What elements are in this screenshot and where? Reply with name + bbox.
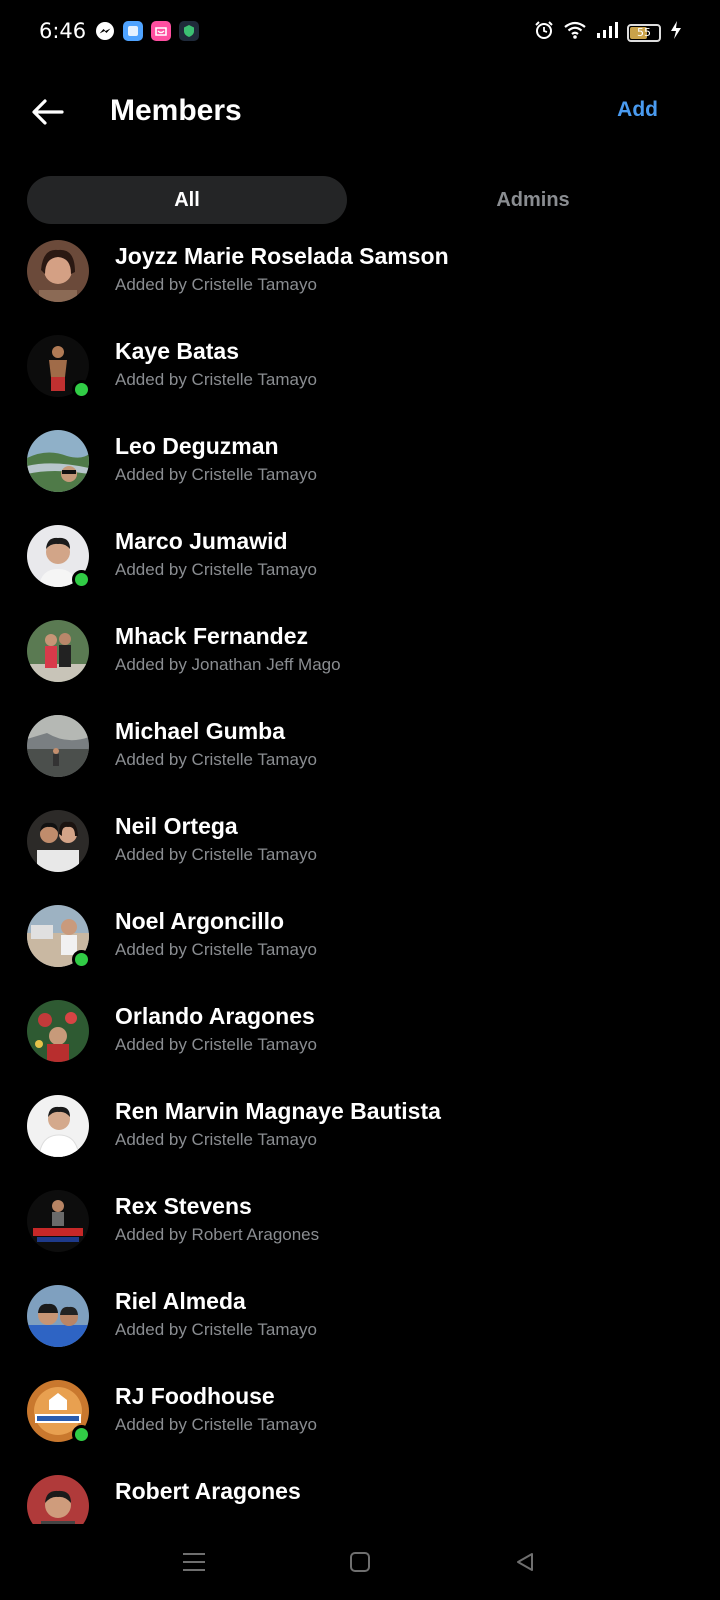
add-button[interactable]: Add xyxy=(617,98,658,122)
alarm-icon xyxy=(534,20,554,45)
member-added-by: Added by Cristelle Tamayo xyxy=(115,1320,317,1339)
avatar xyxy=(27,810,89,872)
online-indicator xyxy=(72,1425,91,1444)
avatar xyxy=(27,1095,89,1158)
member-name: Rex Stevens xyxy=(115,1193,252,1219)
member-row[interactable]: Joyzz Marie Roselada Samson Added by Cri… xyxy=(0,236,720,331)
battery-icon: 55 xyxy=(627,23,661,42)
tab-admins[interactable]: Admins xyxy=(373,176,693,224)
member-row[interactable]: Kaye Batas Added by Cristelle Tamayo xyxy=(0,331,720,426)
member-row[interactable]: Mhack Fernandez Added by Jonathan Jeff M… xyxy=(0,616,720,711)
member-row[interactable]: Leo Deguzman Added by Cristelle Tamayo xyxy=(0,426,720,521)
avatar xyxy=(27,1285,89,1347)
member-row[interactable]: Noel Argoncillo Added by Cristelle Tamay… xyxy=(0,901,720,996)
member-name: Leo Deguzman xyxy=(115,433,279,459)
member-row[interactable]: Robert Aragones xyxy=(0,1471,720,1524)
back-nav-button[interactable] xyxy=(507,1544,543,1580)
system-icons: 55 xyxy=(534,20,682,45)
member-added-by: Added by Cristelle Tamayo xyxy=(115,750,317,769)
member-name: Neil Ortega xyxy=(115,813,238,839)
notification-icons xyxy=(95,21,199,41)
back-triangle-icon xyxy=(517,1553,533,1571)
arrow-left-icon xyxy=(32,99,64,125)
home-button[interactable] xyxy=(342,1544,378,1580)
member-row[interactable]: Michael Gumba Added by Cristelle Tamayo xyxy=(0,711,720,806)
menu-button[interactable] xyxy=(176,1544,212,1580)
member-added-by: Added by Cristelle Tamayo xyxy=(115,1415,317,1434)
online-indicator xyxy=(72,570,91,589)
member-row[interactable]: Riel Almeda Added by Cristelle Tamayo xyxy=(0,1281,720,1376)
signal-icon xyxy=(596,21,618,44)
member-added-by: Added by Cristelle Tamayo xyxy=(115,370,317,389)
member-added-by: Added by Cristelle Tamayo xyxy=(115,275,317,294)
member-name: Mhack Fernandez xyxy=(115,623,308,649)
app-header: Members Add xyxy=(0,80,720,144)
status-bar: 6:46 55 xyxy=(0,0,720,64)
blue-app-icon xyxy=(123,21,143,41)
page-title: Members xyxy=(110,94,242,127)
back-button[interactable] xyxy=(28,92,68,132)
member-added-by: Added by Robert Aragones xyxy=(115,1225,320,1244)
pink-app-icon xyxy=(151,21,171,41)
avatar xyxy=(27,620,89,682)
avatar xyxy=(27,1000,89,1062)
member-added-by: Added by Jonathan Jeff Mago xyxy=(115,655,341,674)
avatar xyxy=(27,240,89,302)
member-row[interactable]: Marco Jumawid Added by Cristelle Tamayo xyxy=(0,521,720,616)
member-name: Kaye Batas xyxy=(115,338,240,364)
member-added-by: Added by Cristelle Tamayo xyxy=(115,940,317,959)
online-indicator xyxy=(72,950,91,969)
tab-all[interactable]: All xyxy=(27,176,347,224)
member-name: Noel Argoncillo xyxy=(115,908,285,934)
avatar xyxy=(27,905,91,969)
member-added-by: Added by Cristelle Tamayo xyxy=(115,1130,317,1149)
home-square-icon xyxy=(350,1552,370,1572)
shield-app-icon xyxy=(179,21,199,41)
member-name: Robert Aragones xyxy=(115,1478,301,1504)
member-row[interactable]: Neil Ortega Added by Cristelle Tamayo xyxy=(0,806,720,901)
avatar xyxy=(27,430,89,492)
status-time: 6:46 xyxy=(39,19,87,43)
avatar xyxy=(27,1475,89,1524)
member-name: Ren Marvin Magnaye Bautista xyxy=(115,1098,441,1124)
member-tabs: All Admins xyxy=(27,176,693,224)
member-added-by: Added by Cristelle Tamayo xyxy=(115,1035,317,1054)
system-nav-bar xyxy=(0,1524,720,1600)
member-name: RJ Foodhouse xyxy=(115,1383,275,1409)
avatar xyxy=(27,525,91,589)
member-added-by: Added by Cristelle Tamayo xyxy=(115,845,317,864)
member-added-by: Added by Cristelle Tamayo xyxy=(115,465,317,484)
avatar xyxy=(27,1380,91,1444)
avatar xyxy=(27,715,89,777)
avatar xyxy=(27,1190,89,1252)
charging-icon xyxy=(670,20,682,45)
battery-level: 55 xyxy=(637,26,651,39)
member-row[interactable]: RJ Foodhouse Added by Cristelle Tamayo xyxy=(0,1376,720,1471)
menu-icon xyxy=(183,1553,205,1571)
member-added-by: Added by Cristelle Tamayo xyxy=(115,560,317,579)
member-row[interactable]: Ren Marvin Magnaye Bautista Added by Cri… xyxy=(0,1091,720,1186)
member-name: Orlando Aragones xyxy=(115,1003,315,1029)
member-name: Marco Jumawid xyxy=(115,528,288,554)
avatar xyxy=(27,335,91,399)
member-row[interactable]: Orlando Aragones Added by Cristelle Tama… xyxy=(0,996,720,1091)
wifi-icon xyxy=(563,20,587,45)
online-indicator xyxy=(72,380,91,399)
member-row[interactable]: Rex Stevens Added by Robert Aragones xyxy=(0,1186,720,1281)
members-list: Joyzz Marie Roselada Samson Added by Cri… xyxy=(0,236,720,1524)
member-name: Michael Gumba xyxy=(115,718,285,744)
member-name: Joyzz Marie Roselada Samson xyxy=(115,243,449,269)
member-name: Riel Almeda xyxy=(115,1288,246,1314)
messenger-icon xyxy=(95,21,115,41)
